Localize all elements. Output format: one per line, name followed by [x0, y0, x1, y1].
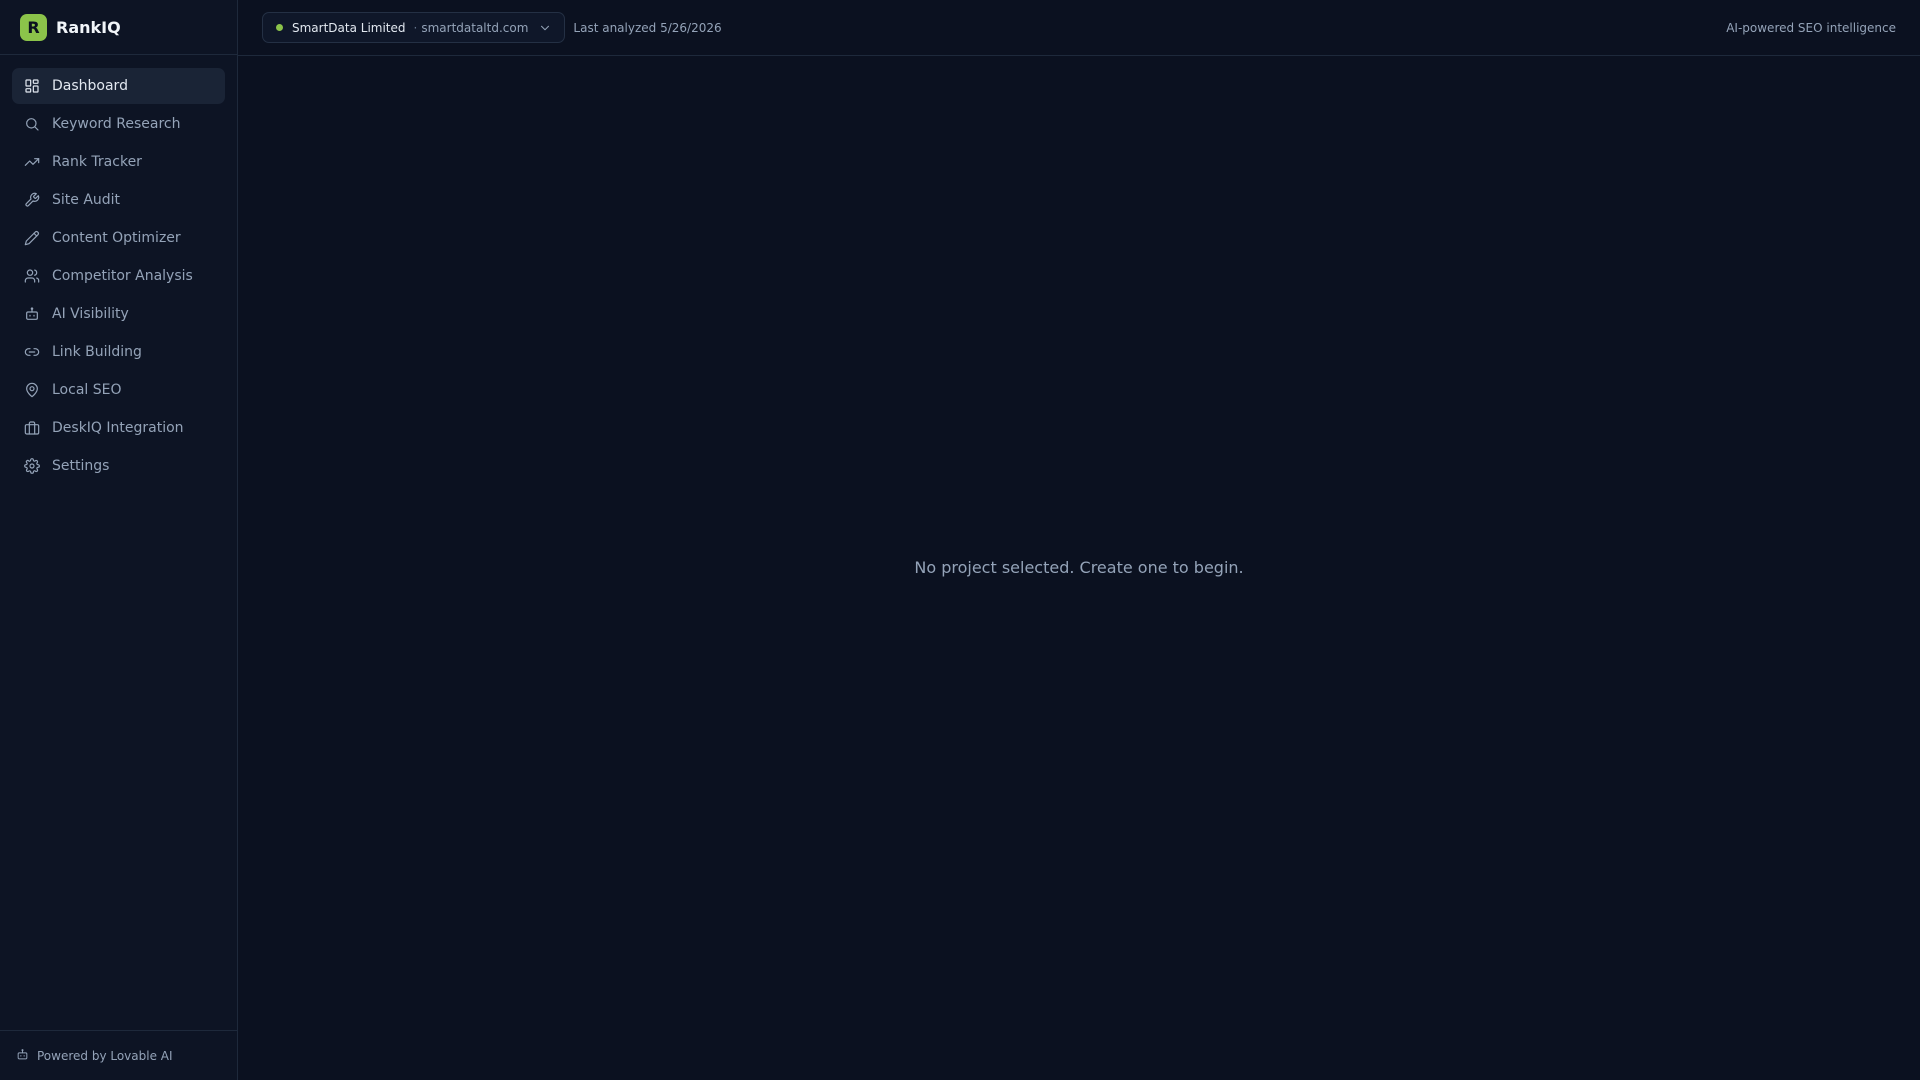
sidebar-item-label: Link Building: [52, 344, 142, 360]
empty-state-message: No project selected. Create one to begin…: [914, 557, 1244, 577]
briefcase-icon: [24, 420, 40, 436]
project-domain: smartdataltd.com: [421, 20, 529, 35]
brand-logo: R: [20, 13, 47, 41]
sidebar-item-link-building[interactable]: Link Building: [12, 334, 225, 370]
users-icon: [24, 268, 40, 284]
project-name: SmartData Limited: [292, 20, 406, 35]
sidebar-item-keyword-research[interactable]: Keyword Research: [12, 106, 225, 142]
gear-icon: [24, 458, 40, 474]
sidebar-item-label: Content Optimizer: [52, 230, 181, 246]
sidebar-item-settings[interactable]: Settings: [12, 448, 225, 484]
sidebar-item-site-audit[interactable]: Site Audit: [12, 182, 225, 218]
sidebar-item-label: DeskIQ Integration: [52, 420, 184, 436]
sidebar-item-rank-tracker[interactable]: Rank Tracker: [12, 144, 225, 180]
chevron-down-icon: [538, 21, 552, 35]
bot-icon: [16, 1048, 37, 1064]
project-selector[interactable]: SmartData Limited · smartdataltd.com: [262, 12, 566, 43]
link-icon: [24, 344, 40, 360]
sidebar-item-label: Local SEO: [52, 382, 122, 398]
sidebar-item-label: Competitor Analysis: [52, 268, 193, 284]
brand-name: RankIQ: [56, 17, 121, 37]
project-separator: ·: [413, 20, 418, 35]
sidebar-item-ai-visibility[interactable]: AI Visibility: [12, 296, 225, 332]
pen-icon: [24, 230, 40, 246]
sidebar-item-content-optimizer[interactable]: Content Optimizer: [12, 220, 225, 256]
sidebar-item-local-seo[interactable]: Local SEO: [12, 372, 225, 408]
sidebar-item-label: Settings: [52, 458, 110, 474]
search-icon: [24, 116, 40, 132]
bot-icon: [24, 306, 40, 322]
sidebar-footer: Powered by Lovable AI: [0, 1030, 237, 1080]
main-area: SmartData Limited · smartdataltd.com Las…: [238, 0, 1920, 1080]
content-area: No project selected. Create one to begin…: [238, 56, 1920, 1080]
sidebar-item-label: Site Audit: [52, 192, 121, 208]
trending-up-icon: [24, 154, 40, 170]
sidebar-item-label: Rank Tracker: [52, 154, 142, 170]
sidebar-nav: Dashboard Keyword Research Rank Tracker …: [0, 55, 237, 1030]
app-root: R RankIQ Dashboard Keyword Research Rank…: [0, 0, 1920, 1080]
top-bar: SmartData Limited · smartdataltd.com Las…: [238, 0, 1920, 56]
powered-by-text: Powered by Lovable AI: [37, 1048, 173, 1063]
sidebar-item-dashboard[interactable]: Dashboard: [12, 68, 225, 104]
tagline: AI-powered SEO intelligence: [1726, 20, 1896, 35]
map-pin-icon: [24, 382, 40, 398]
sidebar-item-label: Keyword Research: [52, 116, 181, 132]
status-dot: [276, 24, 283, 31]
sidebar-item-label: AI Visibility: [52, 306, 129, 322]
brand[interactable]: R RankIQ: [0, 0, 237, 55]
sidebar-item-label: Dashboard: [52, 78, 128, 94]
sidebar-item-competitor-analysis[interactable]: Competitor Analysis: [12, 258, 225, 294]
sidebar: R RankIQ Dashboard Keyword Research Rank…: [0, 0, 238, 1080]
last-analyzed: Last analyzed 5/26/2026: [573, 20, 722, 35]
sidebar-item-deskiq-integration[interactable]: DeskIQ Integration: [12, 410, 225, 446]
wrench-icon: [24, 192, 40, 208]
dashboard-grid-icon: [24, 78, 40, 94]
